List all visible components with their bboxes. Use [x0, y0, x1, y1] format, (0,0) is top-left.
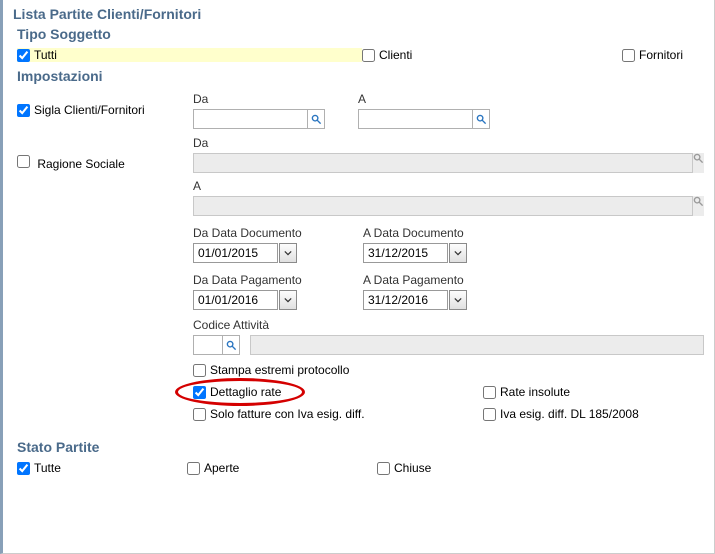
search-icon[interactable] [693, 196, 704, 216]
label-tutti: Tutti [34, 48, 57, 62]
checkbox-rate-insolute[interactable] [483, 386, 496, 399]
checkbox-tutti[interactable] [17, 49, 30, 62]
checkbox-iva-esig[interactable] [483, 408, 496, 421]
label-a-data-documento: A Data Documento [363, 226, 523, 240]
input-da-data-pagamento[interactable] [193, 290, 278, 310]
input-codice-attivita[interactable] [193, 335, 223, 355]
section-stato-partite: Stato Partite [17, 439, 704, 455]
label-tutte: Tutte [34, 461, 61, 475]
checkbox-ragione[interactable] [17, 155, 30, 168]
checkbox-solo-fatture[interactable] [193, 408, 206, 421]
checkbox-sigla[interactable] [17, 104, 30, 117]
label-a-data-pagamento: A Data Pagamento [363, 273, 523, 287]
label-chiuse: Chiuse [394, 461, 431, 475]
search-icon[interactable] [307, 109, 325, 129]
label-fornitori: Fornitori [639, 48, 683, 62]
checkbox-aperte[interactable] [187, 462, 200, 475]
chevron-down-icon[interactable] [279, 243, 297, 263]
checkbox-stampa-estremi[interactable] [193, 364, 206, 377]
search-icon[interactable] [693, 153, 704, 173]
label-a: A [358, 92, 513, 106]
label-aperte: Aperte [204, 461, 239, 475]
label-rate-insolute: Rate insolute [500, 385, 570, 399]
input-sigla-da[interactable] [193, 109, 308, 129]
label-ragione-a: A [193, 179, 704, 193]
search-icon[interactable] [222, 335, 240, 355]
section-tipo-soggetto: Tipo Soggetto [17, 26, 704, 42]
label-ragione-da: Da [193, 136, 704, 150]
input-codice-attivita-desc [250, 335, 704, 355]
chevron-down-icon[interactable] [449, 243, 467, 263]
checkbox-tutte[interactable] [17, 462, 30, 475]
label-sigla: Sigla Clienti/Fornitori [34, 103, 145, 117]
input-ragione-da[interactable] [193, 153, 693, 173]
input-a-data-documento[interactable] [363, 243, 448, 263]
checkbox-chiuse[interactable] [377, 462, 390, 475]
label-stampa-estremi: Stampa estremi protocollo [210, 363, 349, 377]
label-ragione: Ragione Sociale [37, 157, 124, 171]
search-icon[interactable] [472, 109, 490, 129]
label-da-data-pagamento: Da Data Pagamento [193, 273, 353, 287]
checkbox-dettaglio-rate[interactable] [193, 386, 206, 399]
input-a-data-pagamento[interactable] [363, 290, 448, 310]
label-da-data-documento: Da Data Documento [193, 226, 353, 240]
input-ragione-a[interactable] [193, 196, 693, 216]
label-codice-attivita: Codice Attività [193, 318, 704, 332]
chevron-down-icon[interactable] [449, 290, 467, 310]
label-iva-esig: Iva esig. diff. DL 185/2008 [500, 407, 639, 421]
input-da-data-documento[interactable] [193, 243, 278, 263]
label-solo-fatture: Solo fatture con Iva esig. diff. [210, 407, 365, 421]
input-sigla-a[interactable] [358, 109, 473, 129]
checkbox-clienti[interactable] [362, 49, 375, 62]
chevron-down-icon[interactable] [279, 290, 297, 310]
page-title: Lista Partite Clienti/Fornitori [13, 6, 704, 22]
section-impostazioni: Impostazioni [17, 68, 704, 84]
label-clienti: Clienti [379, 48, 412, 62]
label-dettaglio-rate: Dettaglio rate [210, 385, 281, 399]
label-da: Da [193, 92, 348, 106]
checkbox-fornitori[interactable] [622, 49, 635, 62]
